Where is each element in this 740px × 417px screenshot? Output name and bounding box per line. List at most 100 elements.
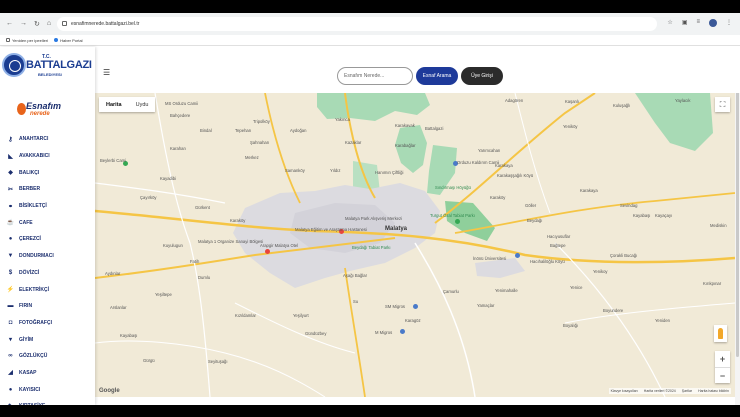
map-place-label[interactable]: Karakaya xyxy=(580,188,598,193)
map-place-label[interactable]: Şahnahan xyxy=(250,140,269,145)
map-type-map[interactable]: Harita xyxy=(99,97,129,112)
map-place-label[interactable]: Su xyxy=(353,299,358,304)
sidebar-item-6[interactable]: ● ÇEREZCİ xyxy=(0,231,95,248)
map-place-label[interactable]: Yakınca xyxy=(335,117,350,122)
map-place-label[interactable]: Kazaklar xyxy=(345,140,361,145)
more-icon[interactable]: ⋮ xyxy=(726,19,732,27)
sidebar-item-7[interactable]: ▼ DONDURMACI xyxy=(0,248,95,265)
map-place-label[interactable]: Kuyulugun xyxy=(163,243,183,248)
sidebar-item-11[interactable]: ◘ FOTOĞRAFÇI xyxy=(0,315,95,332)
map-place-label[interactable]: Kırıkpınar xyxy=(703,281,721,286)
map-place-label[interactable]: Çayırköy xyxy=(140,195,157,200)
map-place-label[interactable]: Beydağı Tabiat Parkı xyxy=(352,245,391,250)
sidebar-item-13[interactable]: ∞ GÖZLÜKÇÜ xyxy=(0,348,95,365)
map-place-label[interactable]: Battalgazi xyxy=(425,126,443,131)
map-place-label[interactable]: Aşağı Bağlar xyxy=(343,273,367,278)
search-button[interactable]: Esnaf Arama xyxy=(416,67,458,85)
map-place-label[interactable]: Tripolköy xyxy=(253,119,270,124)
home-icon[interactable]: ⌂ xyxy=(47,20,51,28)
attribution-link[interactable]: Şartlar xyxy=(682,389,692,393)
map-place-label[interactable]: Malatya xyxy=(385,226,407,232)
map-place-label[interactable]: Yenimahalle xyxy=(495,288,518,293)
map-place-label[interactable]: Çorakli Bucağı xyxy=(610,253,637,258)
map-place-label[interactable]: Yamaçlar xyxy=(477,303,494,308)
map-place-label[interactable]: İnönü Üniversitesi xyxy=(473,256,506,261)
fullscreen-icon[interactable]: ⛶ xyxy=(715,97,730,112)
forward-icon[interactable]: → xyxy=(20,20,27,28)
map-place-label[interactable]: Kayadibi xyxy=(160,176,176,181)
sidebar-item-8[interactable]: $ DÖVİZCİ xyxy=(0,265,95,282)
map-place-label[interactable]: Hacıyusuflar xyxy=(547,234,570,239)
map-place-label[interactable]: Yarımcahan xyxy=(478,148,500,153)
map-place-label[interactable]: Yenice xyxy=(570,285,582,290)
sidebar-item-9[interactable]: ⚡ ELEKTRİKÇİ xyxy=(0,281,95,298)
address-bar[interactable]: esnafimnerede.battalgazi.bel.tr xyxy=(57,17,657,31)
reload-icon[interactable]: ↻ xyxy=(34,20,40,28)
map-place-label[interactable]: Bağtepe xyxy=(550,243,566,248)
map-place-label[interactable]: Aydoğan xyxy=(290,128,306,133)
map-place-label[interactable]: Malatya 1 Organize Sanayi Bölgesi xyxy=(198,239,263,244)
back-icon[interactable]: ← xyxy=(6,20,13,28)
map-place-label[interactable]: M Migros xyxy=(375,330,392,335)
bookmark-item[interactable]: Yeniden per ipeelleri xyxy=(6,38,48,43)
map-place-label[interactable]: Yenikoy xyxy=(593,269,608,274)
map-place-label[interactable]: Karakavak xyxy=(395,123,415,128)
map-place-label[interactable]: Karabağlar xyxy=(395,143,416,148)
sidebar-item-4[interactable]: ⚭ BİSİKLETÇİ xyxy=(0,198,95,215)
map-place-label[interactable]: Yeniköy xyxy=(563,124,578,129)
login-button[interactable]: Üye Girişi xyxy=(461,67,503,85)
map-place-label[interactable]: Orduzu Kaldırım Camii xyxy=(457,160,499,165)
map-place-label[interactable]: Karagöz xyxy=(405,318,421,323)
sidebar-item-2[interactable]: ◆ BALIKÇI xyxy=(0,164,95,181)
shop-pin-icon[interactable] xyxy=(413,304,418,309)
map-place-label[interactable]: Seyituşağı xyxy=(208,359,228,364)
map-place-label[interactable]: Çamurlu xyxy=(443,289,459,294)
map-place-label[interactable]: Malatya Eğitim ve Araştırma Hastanesi xyxy=(295,227,367,232)
map-place-label[interactable]: Sındırmaşı Höyüğü xyxy=(435,185,471,190)
hamburger-icon[interactable]: ☰ xyxy=(103,68,110,77)
extensions-icon[interactable]: ▣ xyxy=(682,19,688,27)
map-place-label[interactable]: Fatih xyxy=(190,259,199,264)
street-view-icon[interactable] xyxy=(714,325,727,342)
university-pin-icon[interactable] xyxy=(515,253,520,258)
map-place-label[interactable]: Sevindag xyxy=(620,203,637,208)
map-place-label[interactable]: MS Orduzu Camii xyxy=(165,101,198,106)
search-input[interactable]: Esnafım Nerede... xyxy=(337,67,413,85)
map-place-label[interactable]: Bindal xyxy=(200,128,212,133)
map-place-label[interactable]: Kayabaşı xyxy=(633,213,650,218)
attribution-link[interactable]: Harita verileri ©2024 xyxy=(644,389,676,393)
map-place-label[interactable]: Mediskin xyxy=(710,223,727,228)
park-pin-icon[interactable] xyxy=(455,219,460,224)
map-place-label[interactable]: Beylerbi Cami xyxy=(100,158,126,163)
zoom-in-button[interactable]: + xyxy=(715,351,730,367)
map-canvas[interactable]: Harita Uydu ⛶ + − Google Klavye kısayoll… xyxy=(95,93,735,397)
map-place-label[interactable]: Gürgü xyxy=(143,358,155,363)
map-place-label[interactable]: Kuluşağlı xyxy=(613,103,630,108)
map-place-label[interactable]: Yeniden xyxy=(655,318,670,323)
sidebar-item-10[interactable]: ▬ FIRIN xyxy=(0,298,95,315)
hotel-pin-icon[interactable] xyxy=(265,249,270,254)
map-place-label[interactable]: Aydınlar xyxy=(105,271,120,276)
map-place-label[interactable]: Yeşiltepe xyxy=(155,292,172,297)
map-place-label[interactable]: Kayaçayı xyxy=(655,213,672,218)
map-place-label[interactable]: Karahan xyxy=(170,146,186,151)
shop-pin-icon[interactable] xyxy=(400,329,405,334)
map-place-label[interactable]: Gündüzbey xyxy=(305,331,326,336)
map-place-label[interactable]: Malatya Park Alışveriş Merkezi xyxy=(345,216,402,221)
map-place-label[interactable]: Kaşanlı xyxy=(565,99,579,104)
map-place-label[interactable]: SM Migros xyxy=(385,304,405,309)
map-place-label[interactable]: Boyalığı xyxy=(563,323,578,328)
star-icon[interactable]: ☆ xyxy=(667,19,672,27)
map-place-label[interactable]: Karakaşşağılı Köyü xyxy=(497,173,533,178)
bookmark-item[interactable]: Haber Portal xyxy=(54,38,83,43)
zoom-out-button[interactable]: − xyxy=(715,368,730,384)
municipality-logo[interactable]: T.C. BATTALGAZI BELEDIYESI xyxy=(2,53,92,79)
map-place-label[interactable]: Beydağı xyxy=(527,218,542,223)
map-place-label[interactable]: Bahçedere xyxy=(170,113,190,118)
scrollbar-thumb[interactable] xyxy=(736,57,739,357)
map-place-label[interactable]: Göller xyxy=(525,203,536,208)
map-place-label[interactable]: Kızıldamlar xyxy=(235,313,256,318)
sidebar-item-1[interactable]: ◣ AVAKKABICI xyxy=(0,148,95,165)
attribution-link[interactable]: Harita hatası bildirin xyxy=(698,389,729,393)
map-place-label[interactable]: Boyundere xyxy=(603,308,623,313)
